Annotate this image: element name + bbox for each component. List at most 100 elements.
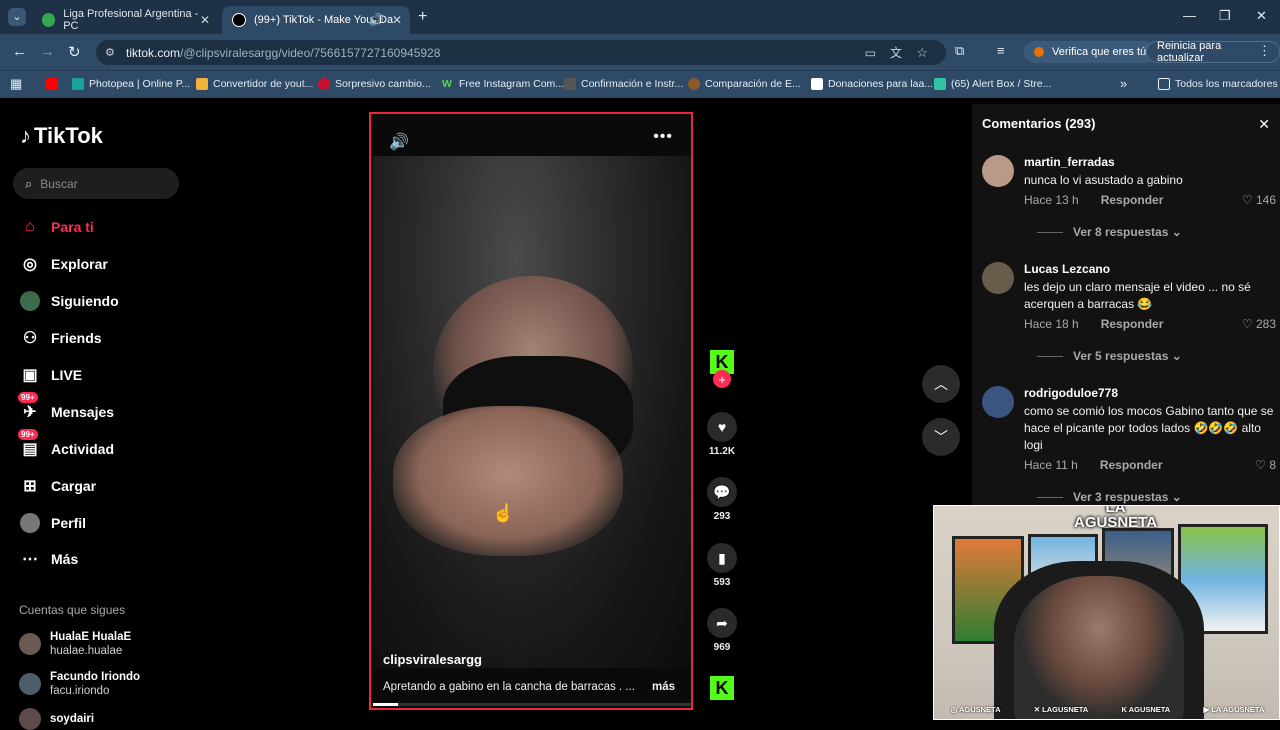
- logo-text: TikTok: [34, 123, 103, 148]
- sidebar-item-explorar[interactable]: ◎ Explorar: [20, 254, 108, 274]
- like-button[interactable]: ♥ 11.2K: [706, 412, 738, 457]
- activity-icon: ▤ 99+: [18, 429, 40, 459]
- share-count: 969: [713, 642, 731, 653]
- streamlabs-icon: [934, 78, 946, 90]
- maximize-icon[interactable]: ❐: [1219, 8, 1231, 24]
- cast-icon[interactable]: ▭: [865, 46, 876, 60]
- bookmark-sorpresivo[interactable]: Sorpresivo cambio...: [318, 78, 431, 90]
- comment-username[interactable]: rodrigoduloe778: [1024, 386, 1118, 400]
- bookmark-alertbox[interactable]: (65) Alert Box / Stre...: [934, 78, 1051, 90]
- media-controls-icon[interactable]: ≡: [997, 43, 1005, 58]
- reply-button[interactable]: Responder: [1100, 458, 1163, 472]
- comment-like-button[interactable]: ♡ 8: [1255, 458, 1276, 472]
- more-bookmarks-icon[interactable]: »: [1120, 76, 1127, 91]
- close-icon[interactable]: ✕: [1258, 116, 1270, 133]
- comment-like-button[interactable]: ♡ 146: [1242, 193, 1276, 207]
- video-options-icon[interactable]: •••: [653, 128, 673, 146]
- kick-icon: K: [1121, 704, 1127, 714]
- search-input[interactable]: ⌕ Buscar: [13, 168, 179, 199]
- close-window-icon[interactable]: ✕: [1256, 8, 1267, 24]
- back-icon[interactable]: ←: [12, 43, 27, 60]
- live-icon: ▣: [22, 367, 38, 384]
- divider: [1037, 496, 1063, 498]
- video-progress-bar[interactable]: [373, 703, 691, 706]
- sidebar-item-para-ti[interactable]: ⌂ Para ti: [20, 217, 94, 237]
- caption-more-button[interactable]: más: [652, 681, 675, 693]
- sidebar-item-mas[interactable]: ⋯ Más: [20, 549, 78, 569]
- avatar[interactable]: [982, 262, 1014, 294]
- sidebar-item-perfil[interactable]: Perfil: [20, 513, 86, 533]
- reload-icon[interactable]: ↻: [68, 43, 81, 61]
- comment-like-button[interactable]: ♡ 283: [1242, 317, 1276, 331]
- translate-icon[interactable]: 文: [890, 44, 902, 61]
- share-icon: ➦: [707, 608, 737, 638]
- creator-avatar[interactable]: K +: [706, 350, 738, 388]
- comment-item: martin_ferradas nunca lo vi asustado a g…: [982, 155, 1276, 275]
- site-info-icon[interactable]: ⚙: [105, 46, 115, 59]
- avatar[interactable]: [982, 155, 1014, 187]
- reply-button[interactable]: Responder: [1101, 317, 1164, 331]
- bookmark-donaciones[interactable]: Donaciones para laa...: [811, 78, 933, 90]
- minimize-icon[interactable]: —: [1183, 8, 1196, 23]
- bookmark-comparacion[interactable]: Comparación de E...: [688, 78, 801, 90]
- bookmark-star-icon[interactable]: ☆: [916, 45, 928, 61]
- instagram-icon: ◎: [950, 704, 958, 714]
- following-account[interactable]: HualaE HualaE hualae.hualae: [19, 630, 131, 658]
- tab-liga[interactable]: Liga Profesional Argentina - PC ✕: [32, 6, 218, 34]
- search-icon: ⌕: [25, 175, 33, 191]
- volume-icon[interactable]: 🔊: [389, 132, 409, 152]
- share-button[interactable]: ➦ 969: [706, 608, 738, 653]
- apps-grid-icon[interactable]: ▦: [10, 76, 22, 92]
- next-video-button[interactable]: ﹀: [922, 418, 960, 456]
- view-replies-button[interactable]: Ver 8 respuestas ⌄: [1037, 225, 1182, 239]
- all-bookmarks-button[interactable]: Todos los marcadores: [1158, 78, 1278, 90]
- bookmark-label: Comparación de E...: [705, 78, 801, 90]
- kick-logo-icon: K: [710, 676, 734, 700]
- hand: [393, 406, 623, 556]
- sidebar-item-live[interactable]: ▣ LIVE: [20, 365, 82, 385]
- tiktok-logo[interactable]: ♪ TikTok: [20, 123, 103, 149]
- address-bar[interactable]: ⚙ tiktok.com/@clipsviralesargg/video/756…: [96, 40, 946, 65]
- bookmark-instagram[interactable]: W Free Instagram Com...: [442, 78, 564, 90]
- following-account[interactable]: Facundo Iriondo facu.iriondo: [19, 670, 140, 698]
- handle-text: AGUSNETA: [958, 704, 1001, 714]
- video-player[interactable]: 🔊 ••• clipsviralesargg Apretando a gabin…: [369, 112, 693, 710]
- bookmark-convertidor[interactable]: Convertidor de yout...: [196, 78, 313, 90]
- youtube-bookmark[interactable]: [46, 78, 63, 90]
- following-account[interactable]: soydairi: [19, 708, 94, 730]
- new-tab-icon[interactable]: +: [418, 8, 427, 26]
- handle-text: LA AGUSNETA: [1211, 704, 1265, 714]
- url-path: /@clipsviralesargg/video/756615772716094…: [180, 45, 441, 60]
- menu-kebab-icon[interactable]: ⋮: [1258, 43, 1271, 59]
- follow-plus-icon[interactable]: +: [713, 370, 731, 388]
- tab-search-icon[interactable]: ⌄: [8, 8, 26, 26]
- sidebar-item-cargar[interactable]: ⊞ Cargar: [20, 476, 96, 496]
- bookmark-photopea[interactable]: Photopea | Online P...: [72, 78, 190, 90]
- forward-icon[interactable]: →: [40, 43, 55, 60]
- comment-button[interactable]: 💬 293: [706, 477, 738, 522]
- close-tab-icon[interactable]: ✕: [392, 13, 402, 27]
- tab-tiktok[interactable]: (99+) TikTok - Make Your Da 🔊 ✕: [222, 6, 410, 34]
- sidebar-item-actividad[interactable]: ▤ 99+ Actividad: [18, 429, 114, 459]
- sidebar-item-siguiendo[interactable]: Siguiendo: [20, 291, 119, 311]
- video-username[interactable]: clipsviralesargg: [383, 652, 482, 667]
- video-frame[interactable]: [373, 156, 691, 668]
- progress-fill: [373, 703, 399, 706]
- close-tab-icon[interactable]: ✕: [200, 13, 210, 27]
- previous-video-button[interactable]: ︿: [922, 365, 960, 403]
- sound-disc[interactable]: K: [706, 676, 738, 700]
- sidebar-item-mensajes[interactable]: ✈ 99+ Mensajes: [18, 392, 114, 422]
- site-icon: [688, 78, 700, 90]
- view-replies-button[interactable]: Ver 5 respuestas ⌄: [1037, 349, 1182, 363]
- speaker-icon[interactable]: 🔊: [369, 13, 384, 27]
- view-replies-button[interactable]: Ver 3 respuestas ⌄: [1037, 490, 1182, 504]
- avatar[interactable]: [982, 386, 1014, 418]
- reply-button[interactable]: Responder: [1101, 193, 1164, 207]
- extensions-icon[interactable]: ⧉: [955, 43, 964, 59]
- save-button[interactable]: ▮ 593: [706, 543, 738, 588]
- bookmark-confirmacion[interactable]: Confirmación e Instr...: [564, 78, 683, 90]
- verify-button[interactable]: Verifica que eres tú: [1024, 41, 1157, 63]
- comment-username[interactable]: martin_ferradas: [1024, 155, 1115, 169]
- comment-username[interactable]: Lucas Lezcano: [1024, 262, 1110, 276]
- sidebar-item-friends[interactable]: ⚇ Friends: [20, 328, 102, 348]
